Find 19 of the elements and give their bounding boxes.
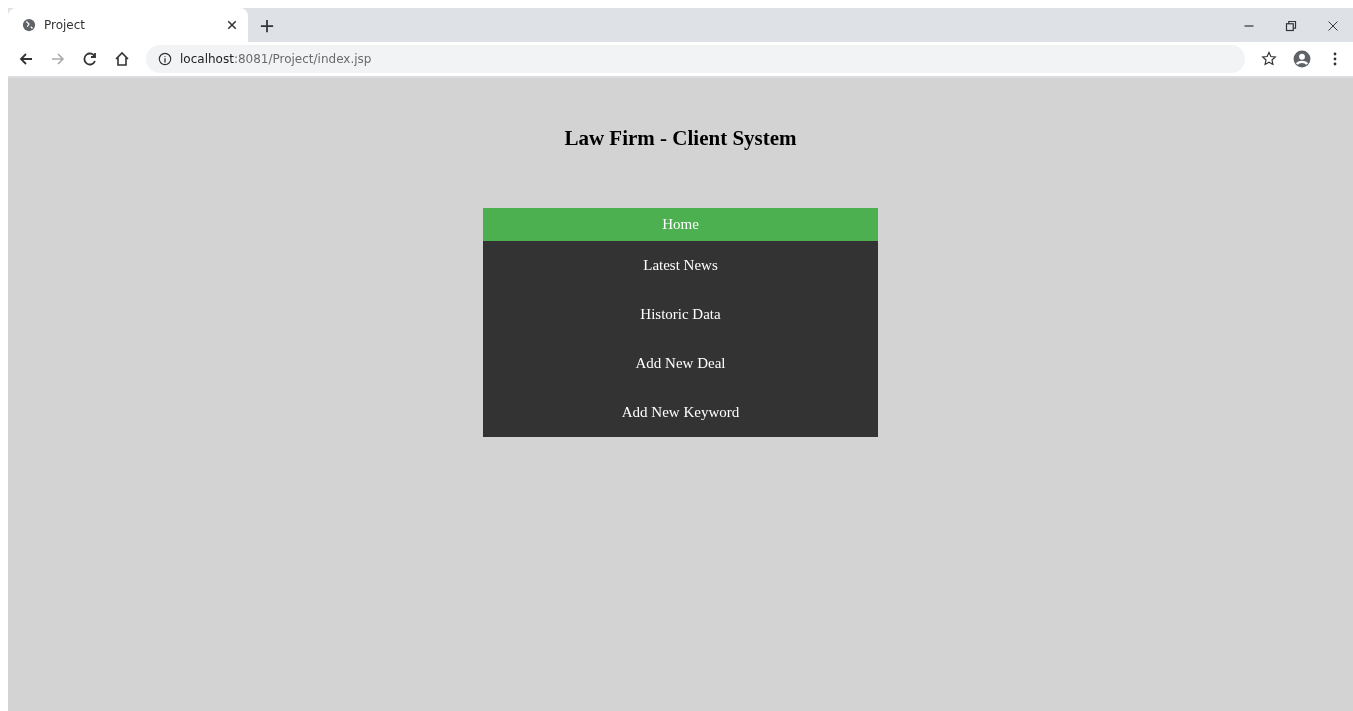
nav-link[interactable]: Latest News bbox=[483, 241, 878, 290]
address-bar[interactable]: localhost:8081/Project/index.jsp bbox=[146, 45, 1245, 73]
browser-tab[interactable]: Project bbox=[8, 8, 248, 42]
nav-link[interactable]: Add New Deal bbox=[483, 339, 878, 388]
account-icon[interactable] bbox=[1293, 50, 1311, 68]
info-icon bbox=[158, 52, 172, 66]
star-icon[interactable] bbox=[1261, 51, 1277, 67]
new-tab-button[interactable] bbox=[260, 19, 274, 33]
url-text: localhost:8081/Project/index.jsp bbox=[180, 52, 372, 66]
close-icon[interactable] bbox=[226, 19, 238, 31]
plus-icon bbox=[260, 19, 274, 33]
home-icon[interactable] bbox=[114, 51, 130, 67]
restore-icon[interactable] bbox=[1285, 20, 1297, 32]
close-icon[interactable] bbox=[1327, 20, 1339, 32]
back-arrow-icon[interactable] bbox=[18, 51, 34, 67]
page-title: Law Firm - Client System bbox=[564, 126, 797, 151]
nav-link[interactable]: Add New Keyword bbox=[483, 388, 878, 437]
nav-link[interactable]: Historic Data bbox=[483, 290, 878, 339]
reload-icon[interactable] bbox=[82, 51, 98, 67]
